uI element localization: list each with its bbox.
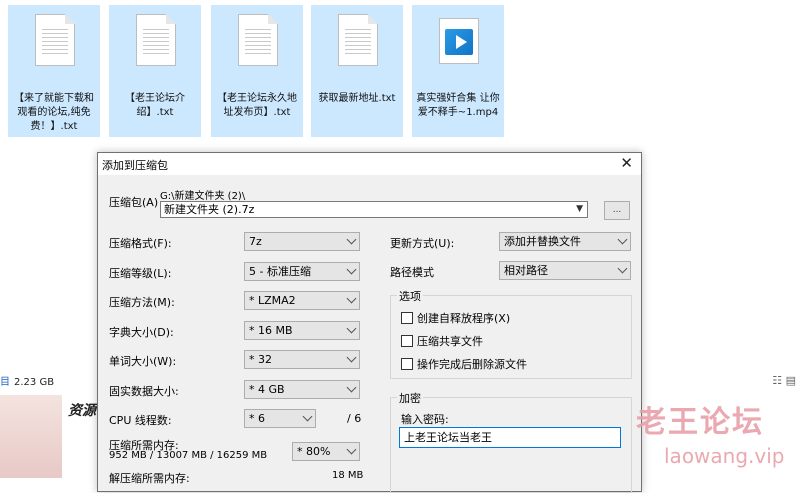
memory-value: 952 MB / 13007 MB / 16259 MB [109,450,268,461]
solid-label: 固实数据大小: [109,385,179,398]
update-value: 添加并替换文件 [504,235,581,248]
sfx-checkbox[interactable]: 创建自释放程序(X) [401,310,510,326]
item-count-prefix: 目 [0,377,10,388]
video-file-icon [439,18,479,64]
text-file-icon [338,14,378,66]
watermark-url: laowang.vip [664,444,785,468]
chevron-down-icon [617,263,628,274]
password-value: 上老王论坛当老王 [404,431,492,444]
decomp-memory-label: 解压缩所需内存: [109,472,190,485]
chevron-down-icon [346,323,357,334]
archive-name-input[interactable]: 新建文件夹 (2).7z ▼ [160,201,588,218]
status-bar: 目 2.23 GB [0,373,90,393]
threads-select[interactable]: * 6 [244,409,316,428]
dialog-title: 添加到压缩包 [102,159,168,172]
method-label: 压缩方法(M): [109,296,175,309]
watermark-logo: 老王论坛 [636,405,764,440]
word-label: 单词大小(W): [109,355,177,368]
chevron-down-icon [346,382,357,393]
format-label: 压缩格式(F): [109,237,172,250]
dialog-titlebar: 添加到压缩包 ✕ [98,153,641,175]
side-text: 资源 [68,403,96,419]
encryption-title: 加密 [397,390,423,406]
threads-max: / 6 [347,412,362,425]
sfx-label: 创建自释放程序(X) [417,312,511,325]
password-label: 输入密码: [401,413,449,426]
dict-label: 字典大小(D): [109,326,174,339]
chevron-down-icon [302,411,313,422]
memory-percent-select[interactable]: * 80% [292,442,360,461]
file-name: 【来了就能下载和观看的论坛,纯免费！】.txt [14,93,94,132]
threads-value: * 6 [249,412,265,425]
file-name: 【老王论坛介绍】.txt [125,93,185,118]
file-name: 【老王论坛永久地址发布页】.txt [217,93,297,118]
word-value: * 32 [249,353,272,366]
checkbox-icon [401,358,413,370]
dict-select[interactable]: * 16 MB [244,321,360,340]
chevron-down-icon [346,444,357,455]
file-item-3[interactable]: 【老王论坛永久地址发布页】.txt [211,5,303,137]
close-icon[interactable]: ✕ [620,154,633,172]
format-select[interactable]: 7z [244,232,360,251]
pathmode-label: 路径模式 [390,266,434,279]
update-select[interactable]: 添加并替换文件 [499,232,631,251]
checkbox-icon [401,312,413,324]
decomp-memory-value: 18 MB [332,470,364,481]
shared-label: 压缩共享文件 [417,335,483,348]
level-label: 压缩等级(L): [109,267,172,280]
add-to-archive-dialog: 添加到压缩包 ✕ 压缩包(A) G:\新建文件夹 (2)\ 新建文件夹 (2).… [97,152,642,493]
browse-button[interactable]: ... [604,201,630,220]
file-item-4[interactable]: 获取最新地址.txt [311,5,403,137]
file-item-2[interactable]: 【老王论坛介绍】.txt [109,5,201,137]
level-select[interactable]: 5 - 标准压缩 [244,262,360,281]
delete-source-checkbox[interactable]: 操作完成后删除源文件 [401,356,527,372]
pathmode-value: 相对路径 [504,264,548,277]
selection-size: 2.23 GB [14,377,55,388]
format-value: 7z [249,235,262,248]
method-select[interactable]: * LZMA2 [244,291,360,310]
options-group: 选项 创建自释放程序(X) 压缩共享文件 操作完成后删除源文件 [390,288,632,379]
pathmode-select[interactable]: 相对路径 [499,261,631,280]
shared-checkbox[interactable]: 压缩共享文件 [401,333,483,349]
text-file-icon [35,14,75,66]
memory-percent-value: * 80% [297,445,331,458]
checkbox-icon [401,335,413,347]
file-name: 获取最新地址.txt [318,93,396,104]
options-title: 选项 [397,288,423,304]
chevron-down-icon [346,264,357,275]
thumbnail-image [0,395,62,478]
chevron-down-icon [617,234,628,245]
threads-label: CPU 线程数: [109,414,172,427]
file-item-5[interactable]: 真实强奸合集 让你爱不释手~1.mp4 [412,5,504,137]
chevron-down-icon [346,234,357,245]
word-select[interactable]: * 32 [244,350,360,369]
method-value: * LZMA2 [249,294,296,307]
delete-source-label: 操作完成后删除源文件 [417,358,527,371]
level-value: 5 - 标准压缩 [249,265,311,278]
chevron-down-icon [346,293,357,304]
archive-path: G:\新建文件夹 (2)\ [160,191,246,202]
archive-label: 压缩包(A) [109,196,159,209]
file-item-1[interactable]: 【来了就能下载和观看的论坛,纯免费！】.txt [8,5,100,137]
chevron-down-icon[interactable]: ▼ [576,202,583,217]
password-input[interactable]: 上老王论坛当老王 [399,427,621,448]
archive-name-value: 新建文件夹 (2).7z [164,203,255,216]
solid-select[interactable]: * 4 GB [244,380,360,399]
dict-value: * 16 MB [249,324,293,337]
text-file-icon [136,14,176,66]
view-toggle-icon[interactable]: ☷ ▤ [772,374,796,387]
text-file-icon [238,14,278,66]
chevron-down-icon [346,352,357,363]
solid-value: * 4 GB [249,383,285,396]
file-name: 真实强奸合集 让你爱不释手~1.mp4 [416,93,500,118]
update-label: 更新方式(U): [390,237,455,250]
